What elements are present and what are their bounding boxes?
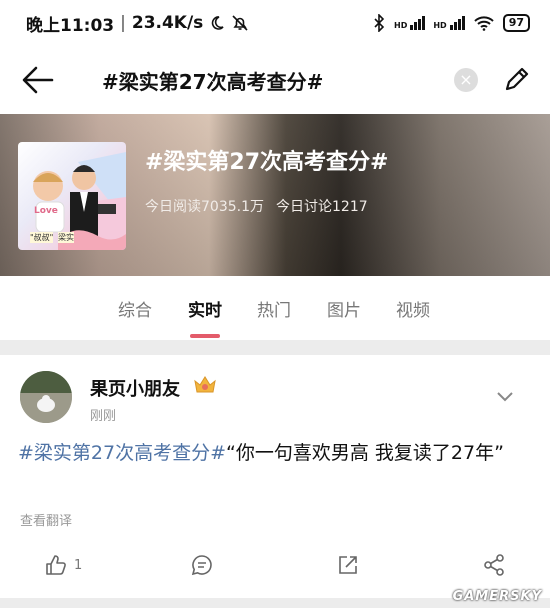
crown-badge-icon [194,376,216,393]
thumb-badge: Love [34,206,58,216]
tab-hot[interactable]: 热门 [257,296,291,321]
status-time: 晚上11:03 [26,15,115,36]
search-title[interactable]: #梁实第27次高考查分# [102,66,323,95]
topic-thumbnail[interactable]: Love "叔叔" 梁实 [18,142,126,250]
reads-count: 今日阅读7035.1万 [145,199,264,215]
topic-banner: Love "叔叔" 梁实 #梁实第27次高考查分# 今日阅读7035.1万 今日… [0,114,550,276]
signal-2: HD [433,16,465,30]
discussion-count: 今日讨论1217 [276,199,368,215]
tab-pictures[interactable]: 图片 [327,296,361,321]
edit-pencil-icon[interactable] [502,64,532,94]
bell-off-icon [232,15,248,31]
translate-link[interactable]: 查看翻译 [20,510,72,529]
avatar-photo [20,371,72,423]
back-arrow-icon[interactable] [20,64,56,96]
comment-icon [191,555,212,576]
share-button[interactable] [482,553,506,577]
thumb-caption-b: 梁实 [58,232,74,243]
external-share-icon [339,556,357,574]
thumbs-up-icon [46,555,66,575]
post-text: “你一句喜欢男高 我复读了27年” [226,442,504,464]
thumb-caption-a: "叔叔" [30,232,54,243]
top-bar: #梁实第27次高考查分# × [0,46,550,114]
banner-title: #梁实第27次高考查分# [145,150,389,175]
username[interactable]: 果页小朋友 [90,375,180,401]
network-speed: 23.4K/s [131,13,204,33]
tab-comprehensive[interactable]: 综合 [118,296,152,321]
clear-icon[interactable]: × [454,68,478,92]
tab-bar: 综合 实时 热门 图片 视频 [0,276,550,340]
status-left: 晚上11:03 | 23.4K/s [26,11,249,36]
post-time: 刚刚 [90,409,117,424]
active-tab-indicator [190,334,220,338]
wifi-icon [473,16,494,31]
banner-stats: 今日阅读7035.1万 今日讨论1217 [145,196,368,216]
gamersky-watermark: GAMERSKY [452,589,542,604]
share-out-button[interactable] [336,553,360,577]
post-content: #梁实第27次高考查分#“你一句喜欢男高 我复读了27年” [18,437,533,469]
bluetooth-icon [374,14,385,32]
post-card: 果页小朋友 刚刚 #梁实第27次高考查分#“你一句喜欢男高 我复读了27年” 查… [0,355,550,598]
comment-button[interactable] [190,553,214,577]
post-hashtag-link[interactable]: #梁实第27次高考查分# [18,442,226,464]
avatar[interactable] [20,371,72,423]
tab-videos[interactable]: 视频 [396,296,430,321]
share-nodes-icon [484,554,504,576]
status-right: HD HD 97 [372,14,530,32]
chevron-down-icon[interactable] [496,391,514,403]
like-count: 1 [74,557,83,573]
status-bar: 晚上11:03 | 23.4K/s HD HD 97 [0,0,550,46]
tab-realtime[interactable]: 实时 [188,296,222,321]
moon-icon [212,16,224,30]
like-button[interactable]: 1 [44,553,82,577]
battery-indicator: 97 [502,14,530,32]
post-actions: 1 [0,543,550,587]
signal-1: HD [394,16,426,30]
